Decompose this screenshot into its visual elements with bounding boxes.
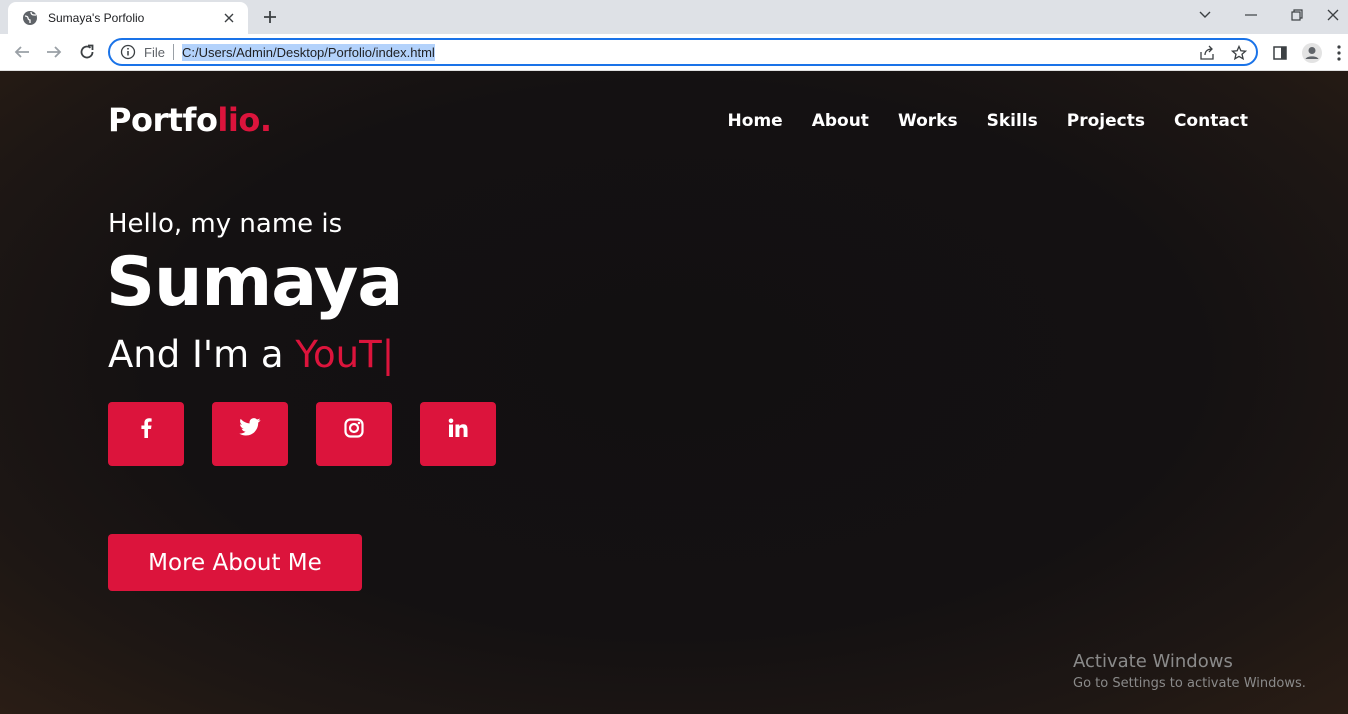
nav-home[interactable]: Home xyxy=(728,111,783,131)
nav-contact[interactable]: Contact xyxy=(1174,111,1248,131)
logo-accent-text: lio. xyxy=(217,101,272,139)
close-window-icon[interactable] xyxy=(1318,0,1348,30)
logo-main-text: Portfo xyxy=(108,101,218,139)
close-tab-icon[interactable] xyxy=(220,9,238,27)
restore-icon[interactable] xyxy=(1274,0,1320,30)
browser-tab-bar: Sumaya's Porfolio xyxy=(0,0,1348,34)
profile-avatar-icon[interactable] xyxy=(1301,42,1323,64)
nav-works[interactable]: Works xyxy=(898,111,958,131)
share-icon[interactable] xyxy=(1198,44,1216,62)
twitter-icon xyxy=(239,418,261,436)
hero-role-prefix: And I'm a xyxy=(108,333,296,376)
side-panel-icon[interactable] xyxy=(1269,42,1291,64)
new-tab-icon[interactable] xyxy=(258,7,282,27)
more-menu-icon[interactable] xyxy=(1333,42,1345,64)
nav-about[interactable]: About xyxy=(812,111,869,131)
url-scheme-label: File xyxy=(144,44,165,60)
more-about-me-button[interactable]: More About Me xyxy=(108,534,362,591)
reload-icon[interactable] xyxy=(75,40,99,64)
linkedin-icon xyxy=(448,418,468,437)
browser-tab[interactable]: Sumaya's Porfolio xyxy=(8,2,248,34)
instagram-button[interactable] xyxy=(316,402,392,466)
site-logo[interactable]: Portfolio. xyxy=(108,101,272,139)
minimize-icon[interactable] xyxy=(1228,0,1274,30)
facebook-button[interactable] xyxy=(108,402,184,466)
facebook-icon xyxy=(141,418,152,438)
windows-activation-watermark: Activate Windows Go to Settings to activ… xyxy=(1073,651,1306,691)
hero-role: And I'm a YouT| xyxy=(108,333,394,376)
address-bar[interactable]: File C:/Users/Admin/Desktop/Porfolio/ind… xyxy=(108,38,1258,66)
portfolio-page: Portfolio. Home About Works Skills Proje… xyxy=(0,71,1348,714)
social-links xyxy=(108,402,496,466)
site-info-icon[interactable] xyxy=(120,44,136,60)
tab-title: Sumaya's Porfolio xyxy=(48,11,145,25)
url-text[interactable]: C:/Users/Admin/Desktop/Porfolio/index.ht… xyxy=(181,43,435,61)
forward-arrow-icon[interactable] xyxy=(42,40,66,64)
linkedin-button[interactable] xyxy=(420,402,496,466)
hero-greeting: Hello, my name is xyxy=(108,209,343,239)
nav-skills[interactable]: Skills xyxy=(987,111,1038,131)
globe-icon xyxy=(22,10,38,26)
twitter-button[interactable] xyxy=(212,402,288,466)
main-nav: Home About Works Skills Projects Contact xyxy=(728,111,1248,131)
instagram-icon xyxy=(344,418,364,438)
hero-role-typed: YouT| xyxy=(295,333,395,376)
nav-projects[interactable]: Projects xyxy=(1067,111,1145,131)
activation-subtitle: Go to Settings to activate Windows. xyxy=(1073,676,1306,691)
tab-search-chevron-icon[interactable] xyxy=(1182,0,1228,30)
bookmark-star-icon[interactable] xyxy=(1230,44,1248,62)
activation-title: Activate Windows xyxy=(1073,651,1233,672)
hero-name: Sumaya xyxy=(106,243,403,322)
back-arrow-icon[interactable] xyxy=(10,40,34,64)
browser-toolbar: File C:/Users/Admin/Desktop/Porfolio/ind… xyxy=(0,34,1348,71)
omnibox-divider xyxy=(172,44,174,60)
